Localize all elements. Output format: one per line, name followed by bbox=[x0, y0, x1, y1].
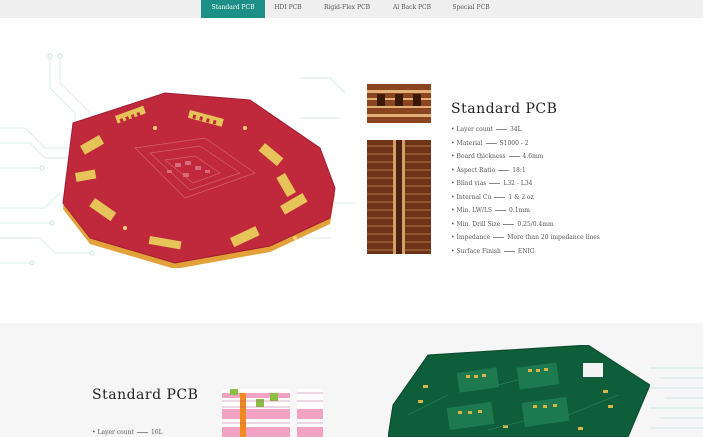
spec-item-layer-count-2: • Layer count 16L bbox=[92, 429, 163, 436]
standard-pcb-section-2: Standard PCB • Layer count 16L bbox=[0, 323, 703, 437]
spec-item-aspect-ratio: • Aspect Ratio 18:1 bbox=[451, 166, 526, 174]
spec-item-impedance: • Impedance More than 20 impedance lines bbox=[451, 234, 600, 241]
product-tab-bar: Standard PCB HDI PCB Rigid-Flex PCB Al B… bbox=[0, 0, 703, 18]
green-pcb-board-image bbox=[388, 345, 650, 437]
spec-item-min-drill-size: • Min. Drill Size 0.25/0.4mm bbox=[451, 220, 554, 228]
circuit-trace-decoration-bottom bbox=[650, 367, 703, 429]
spec-list: • Layer count 34L • Material S1000 - 2 • Boar… bbox=[451, 125, 600, 260]
tab-standard-pcb[interactable]: Standard PCB bbox=[201, 0, 265, 18]
spec-list-2: • Layer count 16L bbox=[92, 429, 163, 436]
red-pcb-board-image bbox=[62, 92, 336, 268]
cross-section-image-bottom bbox=[367, 140, 431, 254]
section-title-2: Standard PCB bbox=[92, 387, 199, 403]
spec-item-blind-vias: • Blind vias L32 - L34 bbox=[451, 180, 533, 187]
layer-stackup-diagram-2 bbox=[297, 389, 323, 437]
spec-item-material: • Material S1000 - 2 bbox=[451, 139, 529, 147]
spec-item-surface-finish: • Surface Finish ENIG bbox=[451, 247, 535, 255]
tab-al-back-pcb[interactable]: Al Back PCB bbox=[383, 0, 441, 18]
tab-rigid-flex-pcb[interactable]: Rigid-Flex PCB bbox=[311, 0, 383, 18]
cross-section-image-top bbox=[367, 84, 431, 123]
section-title: Standard PCB bbox=[451, 101, 558, 117]
page: Standard PCB HDI PCB Rigid-Flex PCB Al B… bbox=[0, 0, 703, 437]
spec-item-board-thickness: • Board thickness 4.6mm bbox=[451, 153, 544, 160]
standard-pcb-section: Standard PCB • Layer count 34L • Material S1… bbox=[0, 18, 703, 323]
tab-hdi-pcb[interactable]: HDI PCB bbox=[265, 0, 311, 18]
spec-item-internal-cu: • Internal Cu 1 & 2 oz bbox=[451, 193, 534, 201]
layer-stackup-diagram bbox=[222, 389, 290, 437]
tab-special-pcb[interactable]: Special PCB bbox=[441, 0, 501, 18]
spec-item-min-lw-ls: • Min. LW/LS 0.1mm bbox=[451, 207, 530, 214]
spec-item-layer-count: • Layer count 34L bbox=[451, 126, 522, 133]
